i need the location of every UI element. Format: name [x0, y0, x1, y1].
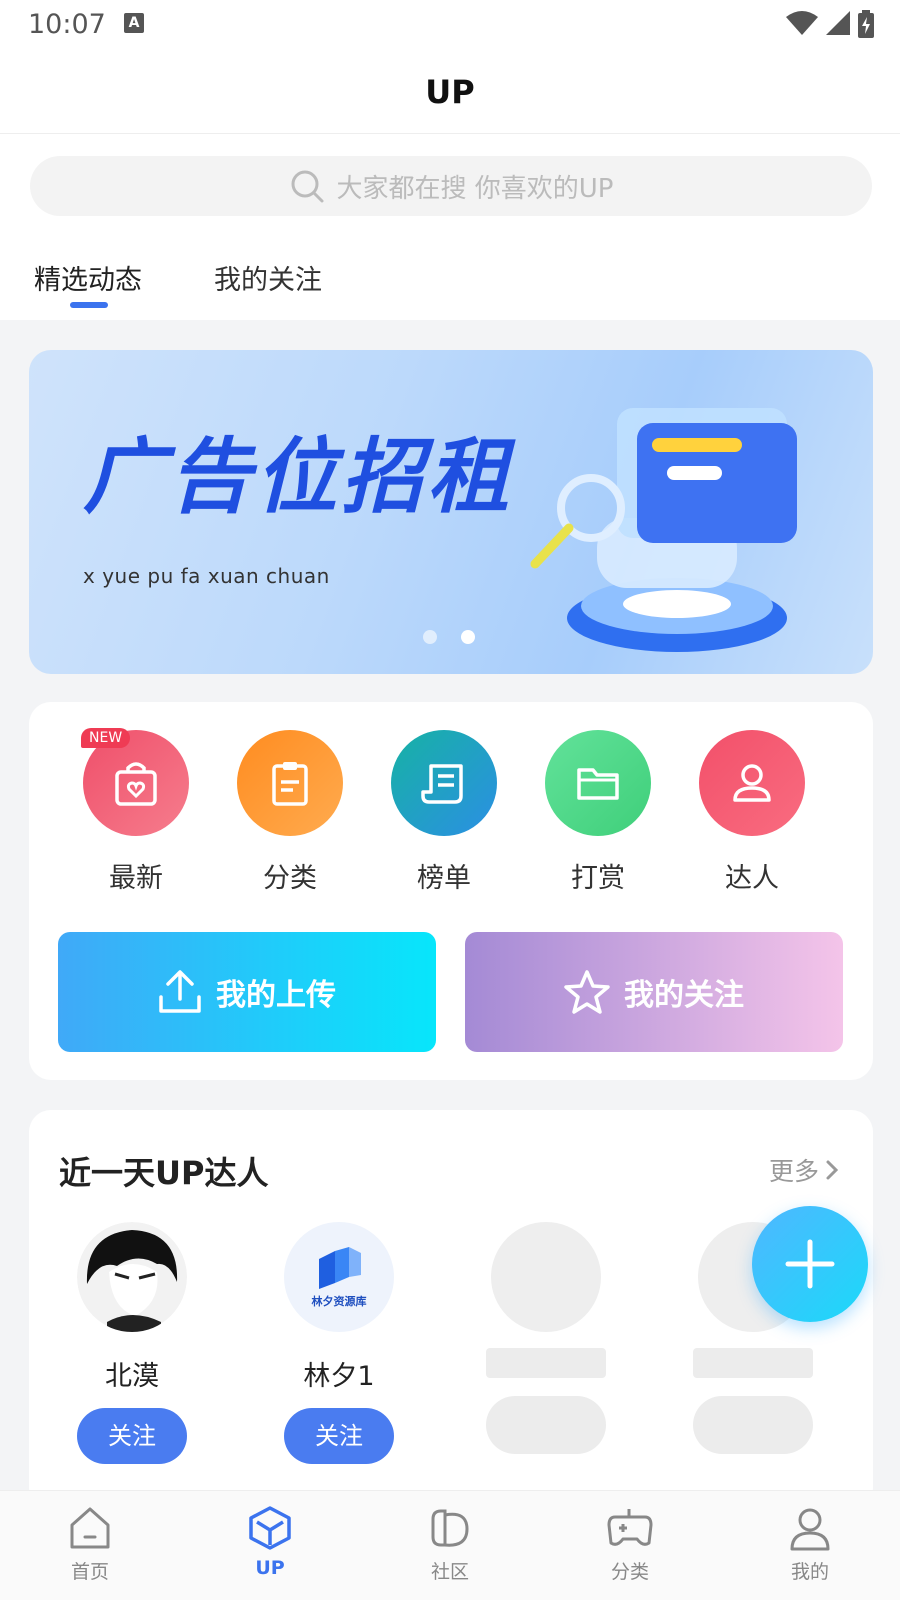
status-bar: 10:07 A [0, 0, 900, 50]
expert-circle [699, 730, 805, 836]
upload-icon [159, 970, 201, 1013]
nav-profile-label: 我的 [790, 1561, 829, 1583]
promo-banner[interactable]: 广告位招租 x yue pu fa xuan chuan [29, 350, 873, 674]
nav-up[interactable]: UP [180, 1491, 360, 1600]
gamepad-icon [607, 1509, 653, 1546]
nav-home[interactable]: 首页 [0, 1491, 180, 1600]
my-follow-label: 我的关注 [624, 978, 744, 1013]
my-follow-button[interactable]: 我的关注 [465, 932, 843, 1052]
follow-button[interactable]: 关注 [284, 1408, 394, 1464]
up-section-title: 近一天UP达人 [59, 1154, 269, 1192]
add-fab-button[interactable] [752, 1206, 868, 1322]
quick-actions-card: NEW 最新 分类 榜单 打赏 达人 我的上传 我的关注 [29, 702, 873, 1080]
banner-illustration [530, 408, 797, 652]
star-icon [564, 970, 610, 1014]
tab-indicator [70, 302, 108, 308]
up-name: 北漠 [105, 1361, 159, 1392]
quick-item-expert[interactable]: 达人 [697, 730, 807, 895]
chevron-right-icon [826, 1160, 839, 1180]
quick-item-reward[interactable]: 打赏 [543, 730, 653, 895]
up-name: 林夕1 [303, 1361, 375, 1392]
banner-dot[interactable] [423, 630, 437, 644]
page-title: UP [425, 73, 475, 111]
logo-text: 林夕资源库 [311, 1295, 367, 1308]
clipboard-icon [272, 762, 308, 806]
reward-circle [545, 730, 651, 836]
community-icon [431, 1509, 469, 1547]
more-link[interactable]: 更多 [769, 1152, 839, 1188]
new-badge: NEW [81, 728, 131, 748]
search-area: 大家都在搜 你喜欢的UP [0, 134, 900, 232]
status-time: 10:07 [28, 9, 106, 40]
scroll-list-icon [421, 764, 463, 804]
search-icon [291, 170, 323, 203]
wifi-icon [786, 11, 818, 35]
nav-category-label: 分类 [610, 1561, 649, 1583]
my-upload-label: 我的上传 [216, 978, 336, 1013]
button-placeholder [693, 1396, 813, 1454]
plus-icon [785, 1239, 835, 1289]
nav-community[interactable]: 社区 [360, 1491, 540, 1600]
nav-profile[interactable]: 我的 [720, 1491, 900, 1600]
button-placeholder [486, 1396, 606, 1454]
home-icon [70, 1507, 110, 1549]
cube-logo-icon [319, 1247, 361, 1289]
a-notification-icon: A [124, 13, 144, 33]
search-input[interactable]: 大家都在搜 你喜欢的UP [30, 156, 872, 216]
nav-community-label: 社区 [430, 1561, 469, 1583]
ranking-label: 榜单 [417, 863, 471, 894]
ranking-circle [391, 730, 497, 836]
up-person-card[interactable]: 北漠 关注 [67, 1222, 197, 1464]
latest-label: 最新 [109, 863, 163, 894]
avatar-placeholder [491, 1222, 601, 1332]
folder-icon [577, 768, 619, 800]
category-label: 分类 [263, 863, 317, 894]
more-label: 更多 [768, 1157, 819, 1186]
up-person-skeleton [481, 1222, 611, 1454]
anime-avatar-image [77, 1222, 187, 1332]
nav-category[interactable]: 分类 [540, 1491, 720, 1600]
banner-dot-active[interactable] [461, 630, 475, 644]
battery-icon [858, 10, 874, 38]
banner-subtitle: x yue pu fa xuan chuan [83, 564, 330, 588]
search-placeholder: 大家都在搜 你喜欢的UP [336, 173, 614, 204]
status-icons [786, 10, 874, 38]
my-upload-button[interactable]: 我的上传 [58, 932, 436, 1052]
profile-icon [790, 1508, 830, 1551]
category-circle [237, 730, 343, 836]
bottom-nav: 首页 UP 社区 分类 我的 [0, 1490, 900, 1600]
top-bar: UP [0, 50, 900, 134]
reward-label: 打赏 [571, 863, 625, 894]
user-icon [733, 764, 771, 802]
avatar[interactable] [77, 1222, 187, 1332]
name-placeholder [693, 1348, 813, 1378]
quick-item-ranking[interactable]: 榜单 [389, 730, 499, 895]
feed-tabs: 精选动态 我的关注 [0, 232, 900, 320]
follow-button[interactable]: 关注 [77, 1408, 187, 1464]
expert-label: 达人 [725, 863, 779, 894]
tab-following[interactable]: 我的关注 [214, 258, 322, 297]
up-experts-card: 近一天UP达人 更多 北漠 关注 林夕资源库 林夕1 关注 [29, 1110, 873, 1510]
quick-item-latest[interactable]: NEW 最新 [81, 728, 191, 895]
up-person-card[interactable]: 林夕资源库 林夕1 关注 [274, 1222, 404, 1464]
cube-icon [249, 1506, 291, 1550]
avatar[interactable]: 林夕资源库 [284, 1222, 394, 1332]
banner-title: 广告位招租 [83, 430, 513, 525]
tab-featured[interactable]: 精选动态 [34, 258, 142, 297]
nav-up-label: UP [255, 1557, 285, 1579]
quick-item-category[interactable]: 分类 [235, 730, 345, 895]
shopping-bag-heart-icon [115, 762, 157, 806]
nav-home-label: 首页 [70, 1561, 109, 1583]
signal-icon [826, 11, 850, 35]
name-placeholder [486, 1348, 606, 1378]
